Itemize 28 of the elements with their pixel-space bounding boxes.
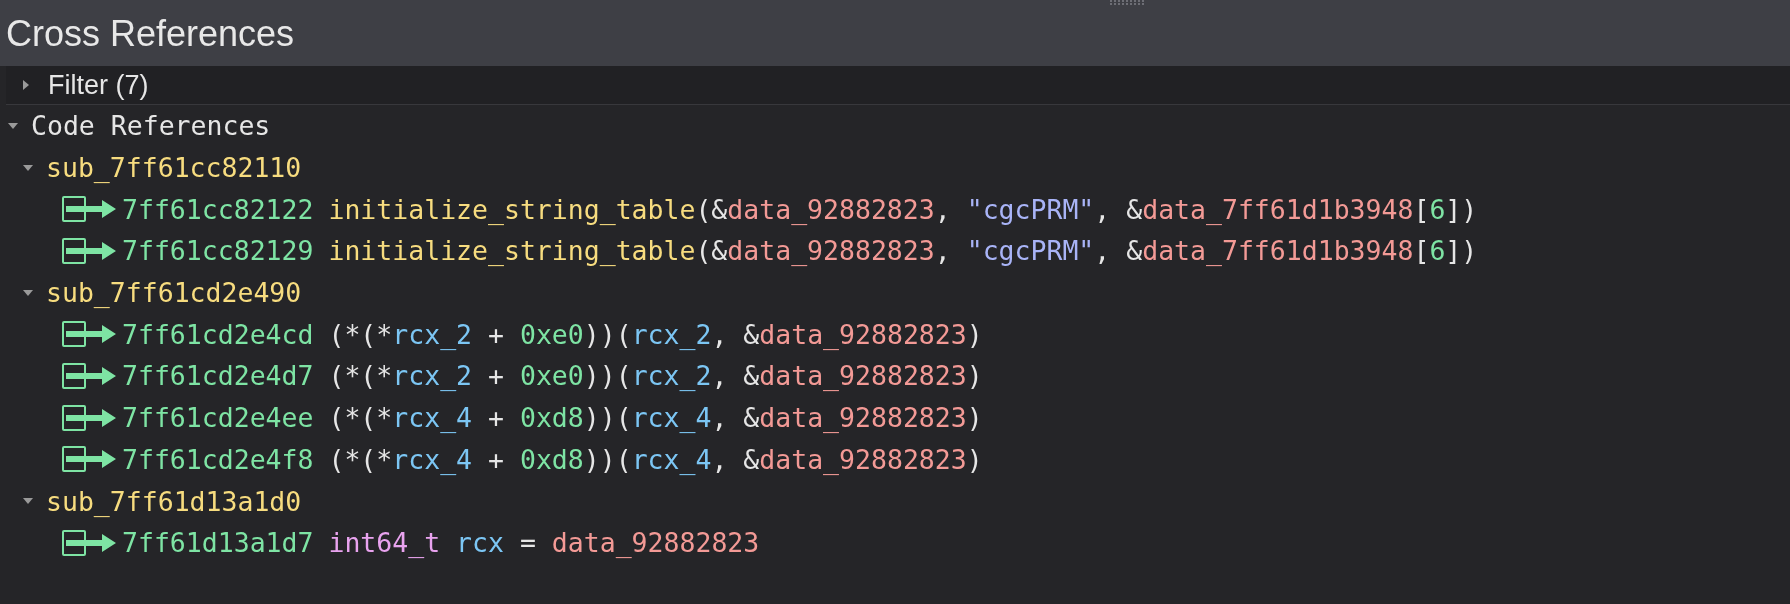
filter-toggle[interactable]: Filter (7) bbox=[48, 69, 149, 101]
code-reference-icon bbox=[62, 402, 118, 433]
code-line: (*(*rcx_4 + 0xd8))(rcx_4, &data_92882823) bbox=[328, 402, 983, 434]
code-line: initialize_string_table(&data_92882823, "cgcPRM", &data_7ff61d1b3948[6]) bbox=[328, 235, 1478, 267]
code-reference-icon bbox=[62, 527, 118, 558]
code-line: (*(*rcx_2 + 0xe0))(rcx_2, &data_92882823) bbox=[328, 318, 983, 350]
grip-icon[interactable] bbox=[1110, 0, 1146, 6]
code-line: (*(*rcx_2 + 0xe0))(rcx_2, &data_92882823) bbox=[328, 360, 983, 392]
window-title: Cross References bbox=[6, 12, 295, 55]
xref-address[interactable]: 7ff61cc82129 bbox=[122, 235, 314, 267]
xref-address[interactable]: 7ff61cd2e4cd bbox=[122, 318, 314, 350]
code-reference-icon bbox=[62, 319, 118, 350]
xref-address[interactable]: 7ff61cc82122 bbox=[122, 193, 314, 225]
xref-address[interactable]: 7ff61d13a1d7 bbox=[122, 527, 314, 559]
function-name[interactable]: sub_7ff61cd2e490 bbox=[46, 277, 302, 309]
code-reference-icon bbox=[62, 194, 118, 225]
code-reference-icon bbox=[62, 444, 118, 475]
xref-address[interactable]: 7ff61cd2e4ee bbox=[122, 402, 314, 434]
section-label[interactable]: Code References bbox=[31, 110, 271, 142]
code-reference-icon bbox=[62, 235, 118, 266]
function-name[interactable]: sub_7ff61cc82110 bbox=[46, 152, 302, 184]
code-line: initialize_string_table(&data_92882823, "cgcPRM", &data_7ff61d1b3948[6]) bbox=[328, 193, 1478, 225]
code-reference-icon bbox=[62, 360, 118, 391]
function-name[interactable]: sub_7ff61d13a1d0 bbox=[46, 485, 302, 517]
xref-address[interactable]: 7ff61cd2e4f8 bbox=[122, 443, 314, 475]
code-line: (*(*rcx_4 + 0xd8))(rcx_4, &data_92882823) bbox=[328, 443, 983, 475]
code-line: int64_t rcx = data_92882823 bbox=[328, 527, 760, 559]
xref-address[interactable]: 7ff61cd2e4d7 bbox=[122, 360, 314, 392]
